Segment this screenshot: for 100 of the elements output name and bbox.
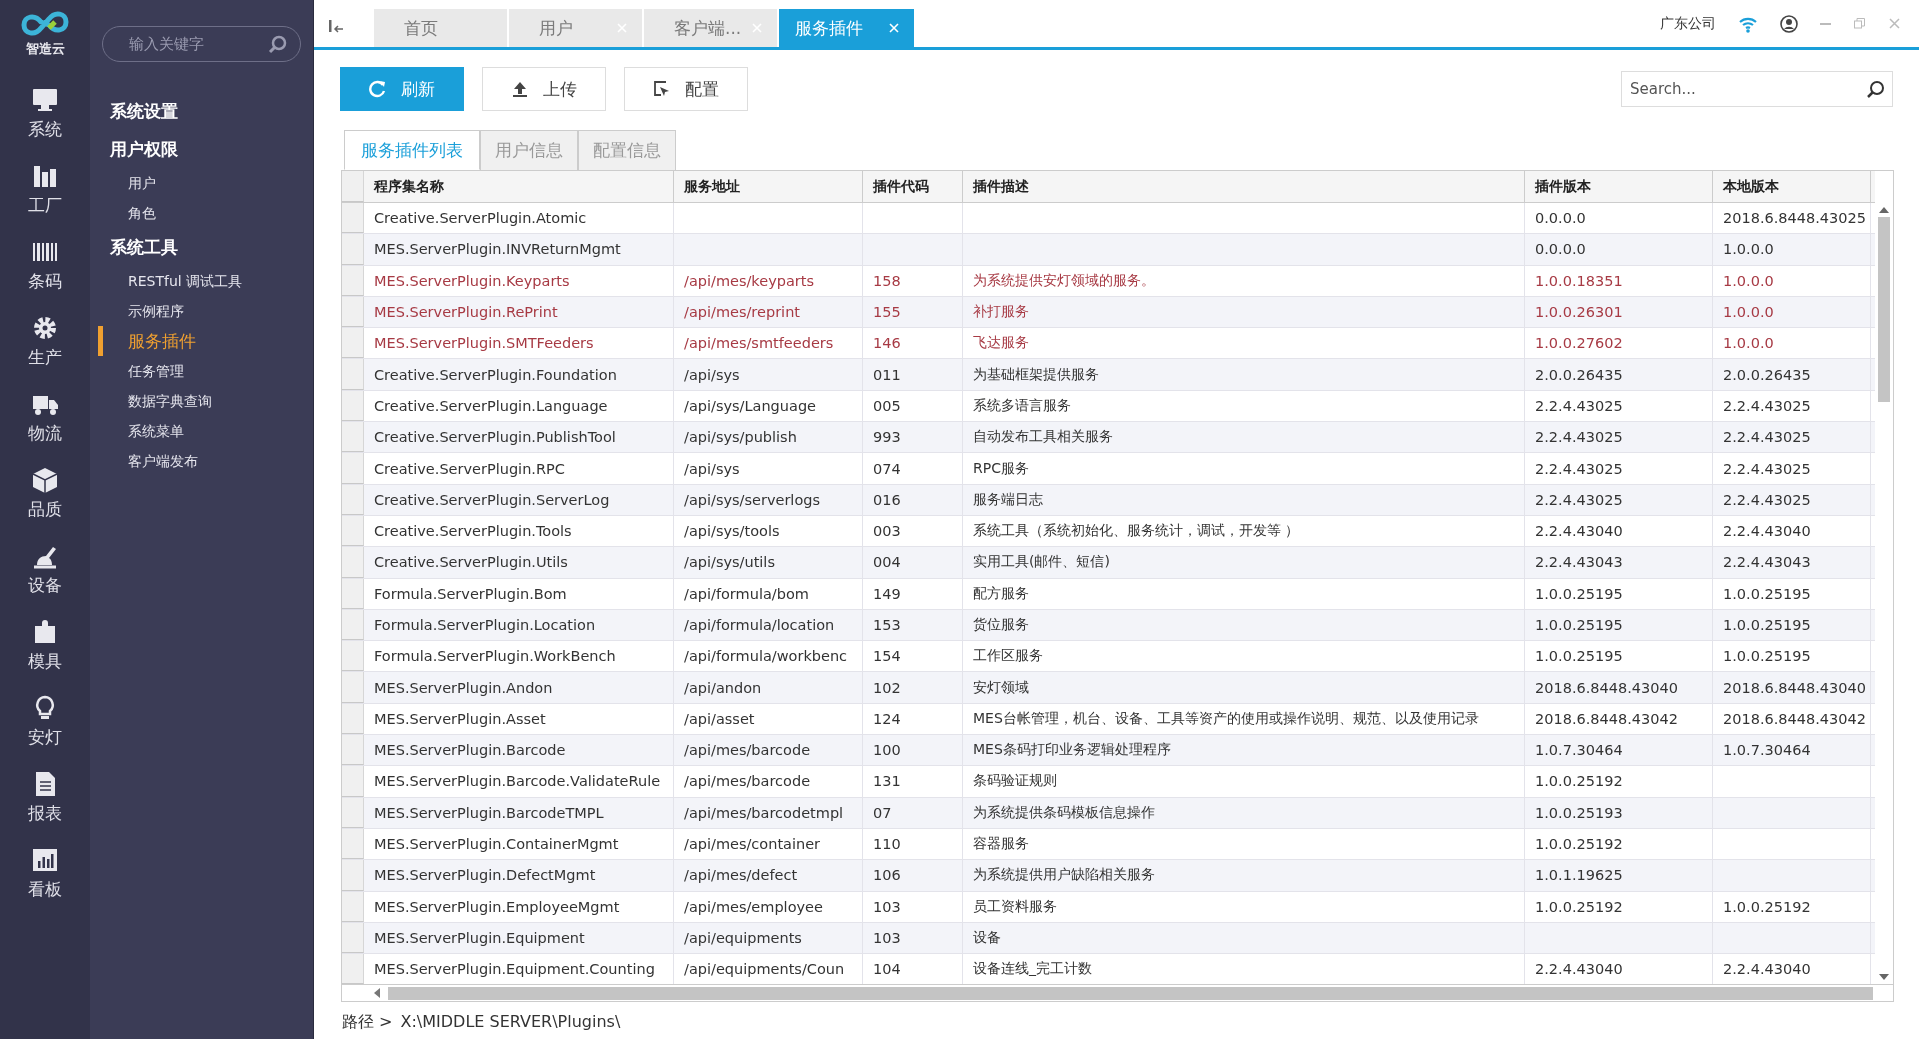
column-header[interactable]: 本地版本 <box>1713 171 1871 202</box>
tab[interactable]: 首页 <box>374 9 507 47</box>
table-cell: 011 <box>873 366 901 383</box>
company-name: 广东公司 <box>1660 14 1716 33</box>
row-header[interactable] <box>342 672 364 703</box>
rail-item[interactable]: 看板 <box>28 846 62 922</box>
column-header[interactable]: 插件代码 <box>863 171 963 202</box>
table-cell: /api/sys <box>684 460 740 477</box>
tab[interactable]: 用户 <box>509 9 642 47</box>
column-header[interactable]: 程序集名称 <box>364 171 674 202</box>
table-cell: 0.0.0.0 <box>1535 241 1586 258</box>
menu-group[interactable]: 系统设置 <box>90 92 313 130</box>
row-header[interactable] <box>342 359 364 390</box>
row-header[interactable] <box>342 922 364 954</box>
table-cell: 2.2.4.43040 <box>1535 961 1623 978</box>
row-header[interactable] <box>342 265 364 296</box>
rail-item[interactable]: 条码 <box>28 238 62 314</box>
row-header[interactable] <box>342 484 364 515</box>
table-cell: MES.ServerPlugin.INVReturnMgmt <box>374 241 621 258</box>
menu-item[interactable]: 数据字典查询 <box>90 386 313 416</box>
column-header[interactable]: 插件版本 <box>1525 171 1713 202</box>
rail-item[interactable]: 生产 <box>28 314 62 390</box>
rail-item[interactable]: 系统 <box>28 86 62 162</box>
table-cell: 993 <box>873 429 901 446</box>
row-header[interactable] <box>342 703 364 735</box>
table-cell: MES.ServerPlugin.Asset <box>374 710 546 727</box>
table-cell: /api/mes/barcode <box>684 742 811 759</box>
table-cell: Formula.ServerPlugin.Location <box>374 617 596 633</box>
scroll-up-icon <box>1878 205 1890 214</box>
row-header[interactable] <box>342 234 364 265</box>
table-cell: 102 <box>873 679 901 696</box>
row-header[interactable] <box>342 578 364 609</box>
menu-group[interactable]: 系统工具 <box>90 228 313 266</box>
search-field[interactable]: 输入关键字 <box>102 26 301 62</box>
table-cell: 0.0.0.0 <box>1535 210 1586 227</box>
tab[interactable]: 客户端... <box>644 9 777 47</box>
rail-item[interactable]: 报表 <box>28 770 62 846</box>
table-cell: /api/equipments/Coun <box>684 961 845 978</box>
row-header[interactable] <box>342 328 364 359</box>
table-cell: 2.2.4.43040 <box>1535 523 1623 540</box>
monitor-icon <box>31 86 59 114</box>
rail-item[interactable]: 工厂 <box>28 162 62 238</box>
scrollbar[interactable] <box>342 984 1893 1001</box>
row-header[interactable] <box>342 735 364 766</box>
menu-item[interactable]: 示例程序 <box>90 296 313 326</box>
table-cell: 131 <box>873 773 901 790</box>
row-header[interactable] <box>342 954 364 984</box>
menu-item[interactable]: 客户端发布 <box>90 446 313 476</box>
row-header[interactable] <box>342 422 364 453</box>
upload-button[interactable]: 上传 <box>482 67 606 111</box>
row-header[interactable] <box>342 797 364 828</box>
table-cell: 149 <box>873 585 901 602</box>
row-header[interactable] <box>342 891 364 922</box>
rail-item[interactable]: 设备 <box>28 542 62 618</box>
row-header[interactable] <box>342 203 364 234</box>
table-cell: Creative.ServerPlugin.Utils <box>374 554 568 571</box>
refresh-icon <box>369 80 387 98</box>
row-header[interactable] <box>342 828 364 860</box>
path-value: X:\MIDDLE SERVER\Plugins\ <box>400 1012 621 1033</box>
chart-icon <box>31 846 59 874</box>
table-cell: /api/mes/barcodetmpl <box>684 804 844 821</box>
rail-item[interactable]: 品质 <box>28 466 62 542</box>
search-icon <box>268 35 287 54</box>
menu-item[interactable]: 用户 <box>90 168 313 198</box>
row-header[interactable] <box>342 609 364 641</box>
table-cell: 1.0.0.25192 <box>1535 898 1623 915</box>
row-header[interactable] <box>342 860 364 891</box>
table-cell: 2.2.4.43025 <box>1723 460 1811 477</box>
column-header[interactable]: 插件描述 <box>963 171 1525 202</box>
table-cell: 016 <box>873 491 901 508</box>
row-header[interactable] <box>342 296 364 328</box>
scroll-thumb[interactable] <box>388 986 1873 1000</box>
table-cell: 07 <box>873 804 892 821</box>
row-header[interactable] <box>342 390 364 422</box>
rail-item[interactable]: 物流 <box>28 390 62 466</box>
config-button[interactable]: 配置 <box>624 67 748 111</box>
scroll-thumb[interactable] <box>1878 217 1890 402</box>
table-cell: 146 <box>873 335 901 352</box>
rail-item[interactable]: 模具 <box>28 618 62 694</box>
row-header[interactable] <box>342 453 364 484</box>
table-cell: Creative.ServerPlugin.Atomic <box>374 210 587 227</box>
row-header[interactable] <box>342 641 364 672</box>
table-cell: 2018.6.8448.43040 <box>1535 679 1678 696</box>
menu-group[interactable]: 用户权限 <box>90 130 313 168</box>
row-header[interactable] <box>342 547 364 578</box>
table-cell: 155 <box>873 304 901 321</box>
column-header[interactable]: 服务地址 <box>674 171 863 202</box>
table-cell: 2.2.4.43025 <box>1535 491 1623 508</box>
menu-item[interactable]: 系统菜单 <box>90 416 313 446</box>
row-header[interactable] <box>342 515 364 547</box>
table-cell: 系统多语言服务 <box>973 396 1071 415</box>
rail-item[interactable]: 安灯 <box>28 694 62 770</box>
table-cell: 103 <box>873 929 901 946</box>
table-cell: MES条码打印业务逻辑处理程序 <box>973 741 1171 760</box>
table-cell: 配方服务 <box>973 584 1029 603</box>
menu-item[interactable]: 角色 <box>90 198 313 228</box>
row-header[interactable] <box>342 766 364 797</box>
menu-item[interactable]: 任务管理 <box>90 356 313 386</box>
table-cell: 自动发布工具相关服务 <box>973 428 1113 447</box>
menu-item[interactable]: RESTful 调试工具 <box>90 266 313 296</box>
